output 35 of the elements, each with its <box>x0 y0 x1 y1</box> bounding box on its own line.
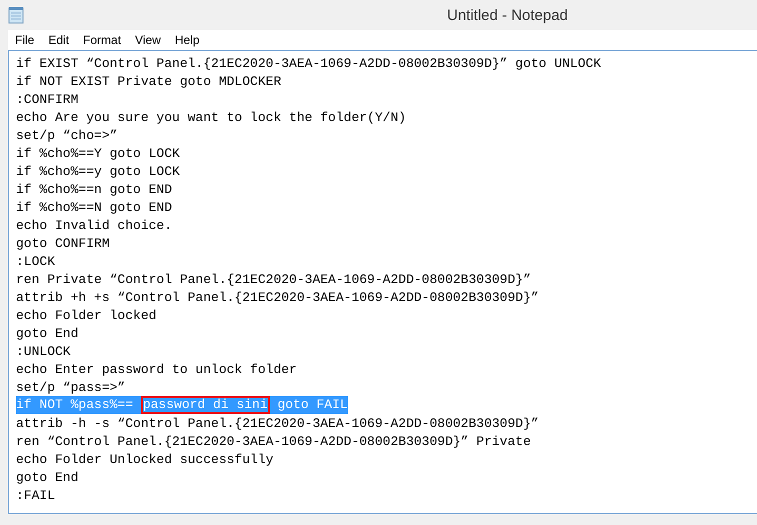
code-line: if %cho%==Y goto LOCK <box>16 146 180 160</box>
code-line: ren “Control Panel.{21EC2020-3AEA-1069-A2DD-08002B30309D}” Private <box>16 434 531 448</box>
selected-text: if NOT %pass%== <box>16 396 134 414</box>
selected-text: goto FAIL <box>276 396 348 414</box>
code-line: echo Enter password to unlock folder <box>16 362 297 376</box>
code-line: echo Folder locked <box>16 308 156 322</box>
code-line: if %cho%==n goto END <box>16 182 172 196</box>
menu-item[interactable]: File <box>8 33 42 47</box>
code-line: echo Folder Unlocked successfully <box>16 452 274 466</box>
menu-item[interactable]: Format <box>76 33 128 47</box>
code-line: set/p “cho=>” <box>16 128 118 142</box>
code-line: if %cho%==y goto LOCK <box>16 164 180 178</box>
menu-item[interactable]: Help <box>168 33 207 47</box>
text-editor[interactable] <box>8 50 757 514</box>
window-title: Untitled - Notepad <box>447 6 568 24</box>
code-line: goto CONFIRM <box>16 236 110 250</box>
code-line: attrib -h -s “Control Panel.{21EC2020-3AEA-1069-A2DD-08002B30309D}” <box>16 416 539 430</box>
boxed-selected-text: password di sini <box>140 396 270 414</box>
code-line: :FAIL <box>16 488 56 502</box>
code-line: goto End <box>16 470 78 484</box>
code-line: if EXIST “Control Panel.{21EC2020-3AEA-1069-A2DD-08002B30309D}” goto UNLOCK <box>16 56 602 70</box>
menu-item[interactable]: Edit <box>41 33 76 47</box>
code-line: if NOT EXIST Private goto MDLOCKER <box>16 74 282 88</box>
code-line: attrib +h +s “Control Panel.{21EC2020-3AEA-1069-A2DD-08002B30309D}” <box>16 290 539 304</box>
menu-item[interactable]: View <box>128 33 168 47</box>
code-line: echo Invalid choice. <box>16 218 172 232</box>
code-line: if %cho%==N goto END <box>16 200 172 214</box>
code-line: :UNLOCK <box>16 344 71 358</box>
code-line: :CONFIRM <box>16 92 78 106</box>
code-line: set/p “pass=>” <box>16 380 126 394</box>
notepad-icon <box>8 6 24 24</box>
code-line: ren Private “Control Panel.{21EC2020-3AEA-1069-A2DD-08002B30309D}” <box>16 272 531 286</box>
code-line: goto End <box>16 326 78 340</box>
code-line: :LOCK <box>16 254 56 268</box>
code-line: echo Are you sure you want to lock the folder(Y/N) <box>16 110 406 124</box>
